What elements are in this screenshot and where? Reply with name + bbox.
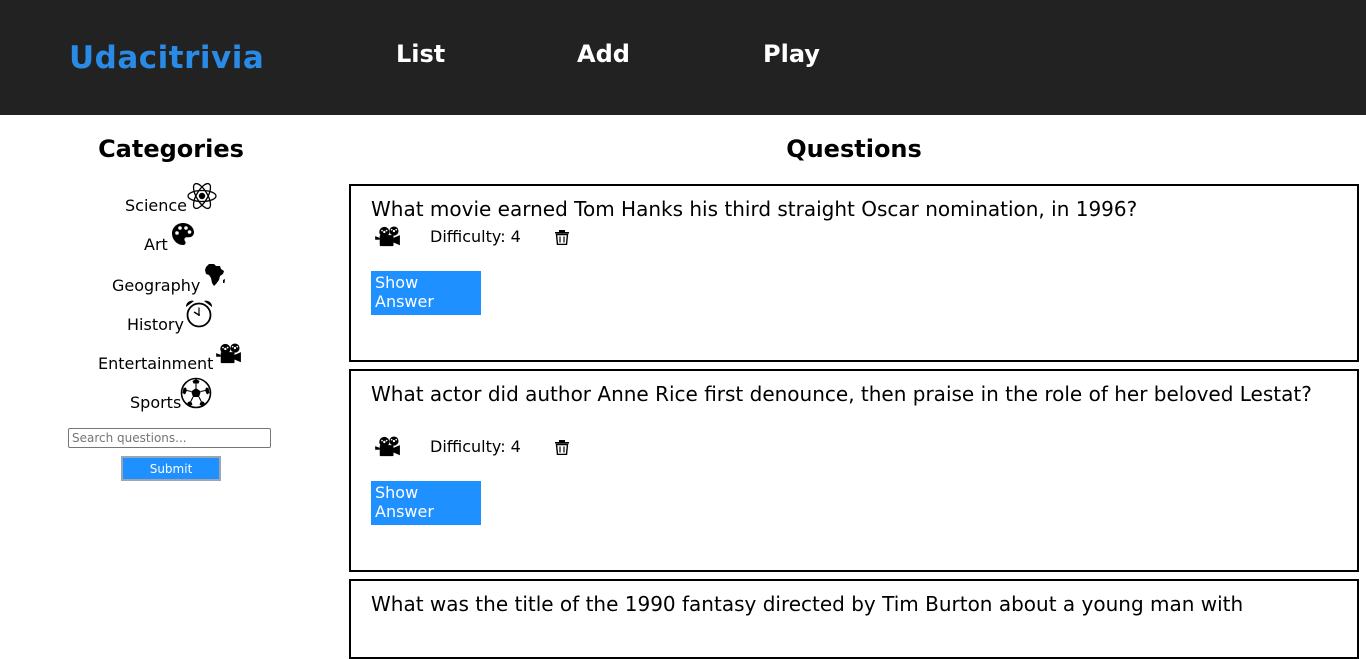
trash-icon[interactable] xyxy=(554,229,570,245)
film-camera-icon xyxy=(375,226,401,248)
show-answer-button[interactable]: Show Answer xyxy=(371,481,481,525)
category-science[interactable]: Science xyxy=(125,196,187,215)
category-history[interactable]: History xyxy=(127,315,184,334)
palette-icon xyxy=(172,223,194,245)
atom-icon xyxy=(187,182,217,210)
question-text: What movie earned Tom Hanks his third st… xyxy=(371,197,1138,221)
category-label: Art xyxy=(144,235,168,254)
difficulty-label: Difficulty: 4 xyxy=(430,227,521,246)
category-geography[interactable]: Geography xyxy=(112,276,200,295)
question-card: What movie earned Tom Hanks his third st… xyxy=(349,184,1359,362)
difficulty-label: Difficulty: 4 xyxy=(430,437,521,456)
film-camera-icon xyxy=(375,436,401,458)
question-text: What was the title of the 1990 fantasy d… xyxy=(371,592,1244,616)
soccer-ball-icon xyxy=(180,377,212,409)
top-navbar: Udacitrivia List Add Play xyxy=(0,0,1366,115)
nav-link-list[interactable]: List xyxy=(396,40,445,68)
question-card: What was the title of the 1990 fantasy d… xyxy=(349,579,1359,659)
submit-button[interactable]: Submit xyxy=(121,456,221,481)
brand-logo[interactable]: Udacitrivia xyxy=(69,40,264,76)
category-label: Science xyxy=(125,196,188,215)
category-label: Geography xyxy=(112,276,201,295)
africa-map-icon xyxy=(205,264,225,286)
category-label: Entertainment xyxy=(98,354,214,373)
alarm-clock-icon xyxy=(185,300,213,328)
question-card: What actor did author Anne Rice first de… xyxy=(349,369,1359,572)
nav-link-add[interactable]: Add xyxy=(577,40,630,68)
search-input[interactable] xyxy=(68,428,271,448)
categories-sidebar: Categories Science Art Geography History xyxy=(0,115,342,614)
category-art[interactable]: Art xyxy=(144,235,168,254)
category-sports[interactable]: Sports xyxy=(130,393,181,412)
trash-icon[interactable] xyxy=(554,439,570,455)
category-label: History xyxy=(127,315,184,334)
categories-heading: Categories xyxy=(98,135,244,163)
questions-heading: Questions xyxy=(786,135,922,163)
show-answer-button[interactable]: Show Answer xyxy=(371,271,481,315)
category-entertainment[interactable]: Entertainment xyxy=(98,354,213,373)
category-label: Sports xyxy=(130,393,182,412)
film-camera-icon xyxy=(216,343,242,365)
question-text: What actor did author Anne Rice first de… xyxy=(371,382,1312,406)
nav-link-play[interactable]: Play xyxy=(763,40,820,68)
